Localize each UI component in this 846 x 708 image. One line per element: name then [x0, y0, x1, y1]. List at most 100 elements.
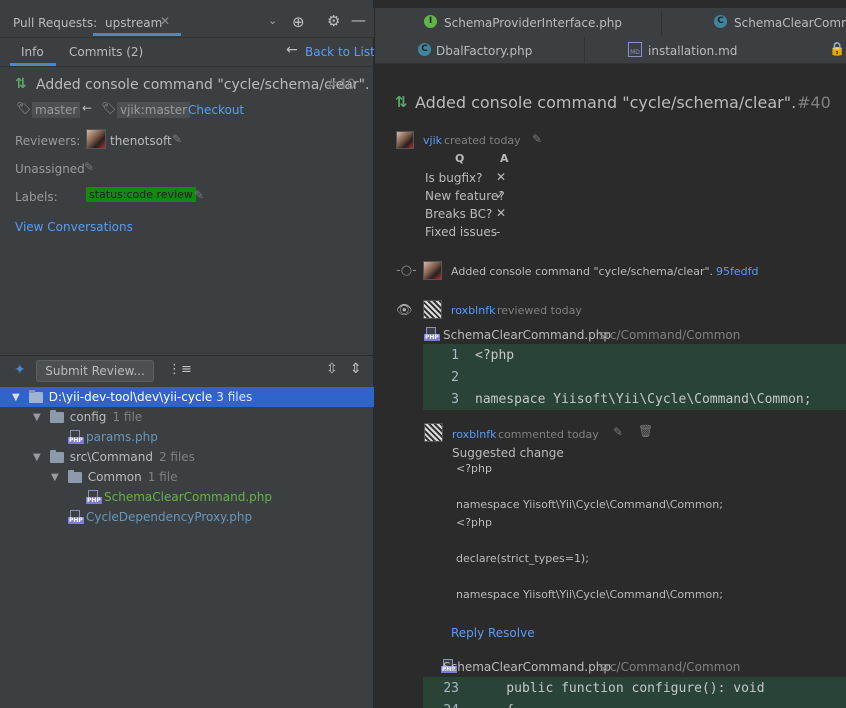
php-file-icon: PHP [68, 430, 84, 444]
folder-common-label: Common [87, 470, 142, 484]
qa-answer: ✕ [496, 170, 507, 184]
editor-tab-label: SchemaClearComma [734, 16, 846, 30]
back-to-list-link[interactable]: Back to List [305, 45, 375, 59]
branch-source: vjik:master [117, 102, 191, 118]
editor-tab-schema-clear[interactable]: C SchemaClearComma [706, 10, 846, 36]
trash-icon[interactable]: 🗑 [638, 424, 653, 438]
suggestion-line [456, 534, 836, 552]
edit-icon[interactable]: ✎ [84, 160, 94, 174]
status-badge: status:code review [86, 187, 196, 202]
tag-icon: 🏷 [101, 101, 117, 115]
qa-question: Is bugfix? [425, 171, 483, 185]
tree-file-params[interactable]: PHP params.php [0, 427, 158, 447]
checkout-link[interactable]: Checkout [188, 103, 244, 117]
gear-icon[interactable]: ⚙ [327, 12, 340, 30]
reviewer-link[interactable]: roxblnfk [451, 304, 495, 317]
code-line: 24 { [423, 699, 846, 708]
tree-file-schema[interactable]: PHP SchemaClearCommand.php [0, 487, 272, 507]
code-line: 23 public function configure(): void [423, 677, 846, 699]
edit-icon[interactable]: ✎ [532, 132, 542, 146]
php-file-icon: PHP [424, 327, 440, 341]
avatar [423, 261, 442, 280]
main-number: #40 [797, 93, 831, 112]
tab-commits[interactable]: Commits (2) [69, 45, 143, 59]
pr-title: Added console command "cycle/schema/clea… [36, 77, 370, 93]
assignee-label: Unassigned [15, 162, 85, 176]
suggestion-line: namespace Yiisoft\Yii\Cycle\Command\Comm… [456, 588, 723, 601]
chevron-down-icon[interactable]: ▼ [33, 412, 41, 423]
pr-number: #40 [326, 77, 356, 93]
chevron-down-icon[interactable]: ▼ [33, 452, 41, 463]
editor-tab-label: installation.md [648, 44, 738, 58]
tab-upstream[interactable]: upstream ✕ [93, 10, 181, 36]
expand-all-icon[interactable]: ⇳ [326, 361, 338, 377]
editor-tab-schema-provider[interactable]: I SchemaProviderInterface.php [416, 10, 662, 36]
main-title: Added console command "cycle/schema/clea… [415, 93, 797, 112]
php-file-icon: PHP [68, 510, 84, 524]
qa-answer: ✕ [496, 206, 507, 220]
line-number: 2 [451, 369, 459, 385]
divider [0, 66, 374, 67]
editor-tab-dbal-factory[interactable]: C DbalFactory.php [410, 37, 585, 64]
target-icon[interactable]: ⊕ [292, 13, 305, 31]
edit-icon[interactable]: ✎ [613, 425, 623, 439]
suggestion-line: declare(strict_types=1); [456, 552, 589, 565]
folder-src-label: src\Command [69, 450, 153, 464]
commenter-link[interactable]: roxblnfk [452, 428, 496, 441]
suggestion-line: <?php [456, 516, 492, 529]
tree-folder-config[interactable]: ▼ config 1 file [0, 407, 142, 427]
folder-icon [49, 449, 64, 463]
resolve-link[interactable]: Resolve [488, 626, 535, 640]
markdown-icon: MD [628, 42, 642, 57]
suggestion-line [456, 570, 836, 588]
tree-folder-src[interactable]: ▼ src\Command 2 files [0, 447, 195, 467]
folder-icon [49, 409, 64, 423]
reply-link[interactable]: Reply [451, 626, 484, 640]
avatar [424, 423, 443, 442]
commit-hash-link[interactable]: 95fedfd [716, 265, 758, 278]
minimize-icon[interactable]: — [351, 11, 366, 29]
folder-common-count: 1 file [147, 470, 178, 484]
commit-icon: -○- [396, 263, 417, 278]
commented-label: commented today [498, 428, 599, 441]
line-number: 3 [451, 391, 459, 407]
divider [0, 355, 374, 356]
chevron-down-icon[interactable]: ▼ [12, 392, 20, 403]
collapse-all-icon[interactable]: ⇕ [350, 361, 362, 377]
qa-answer: - [496, 225, 501, 239]
eye-icon: 👁 [396, 303, 413, 318]
edit-icon[interactable]: ✎ [194, 188, 204, 202]
qa-answer: ✓ [495, 188, 506, 202]
folder-config-label: config [69, 410, 107, 424]
pull-request-icon: ⇅ [15, 76, 27, 92]
tree-file-cycle[interactable]: PHP CycleDependencyProxy.php [0, 507, 252, 527]
file-params-label: params.php [86, 430, 158, 444]
view-conversations-link[interactable]: View Conversations [15, 220, 133, 234]
tree-root-count: 3 files [216, 390, 253, 404]
group-by-icon[interactable]: ⋮≡ [168, 362, 192, 377]
edit-icon[interactable]: ✎ [172, 132, 182, 146]
tab-upstream-label: upstream [105, 16, 163, 30]
commit-message: Added console command "cycle/schema/clea… [451, 265, 714, 278]
submit-review-button[interactable]: Submit Review... [36, 360, 154, 382]
reviewer-name: thenotsoft [110, 134, 172, 148]
tab-info-label: Info [21, 45, 44, 59]
author-link[interactable]: vjik [423, 134, 442, 147]
editor-tab-installation[interactable]: MD installation.md [622, 37, 802, 64]
reviewers-label: Reviewers: [15, 134, 81, 148]
tab-info[interactable]: Info [10, 40, 56, 66]
folder-icon [28, 389, 43, 403]
file-name[interactable]: SchemaClearCommand.php [443, 660, 611, 674]
file-name[interactable]: SchemaClearCommand.php [443, 328, 611, 342]
chevron-down-icon[interactable]: ▼ [51, 472, 59, 483]
chevron-down-icon[interactable]: ⌄ [268, 14, 277, 27]
tree-folder-common[interactable]: ▼ Common 1 file [0, 467, 177, 487]
tree-root-row[interactable]: ▼ D:\yii-dev-tool\dev\yii-cycle 3 files [0, 387, 374, 407]
suggestion-line [456, 480, 836, 498]
sparkle-icon[interactable]: ✦ [14, 362, 26, 378]
qa-question: Fixed issues [425, 225, 497, 239]
folder-config-count: 1 file [112, 410, 143, 424]
tab-close-icon[interactable]: ✕ [160, 14, 170, 28]
interface-icon: I [424, 15, 437, 28]
qa-question: New feature? [425, 189, 505, 203]
